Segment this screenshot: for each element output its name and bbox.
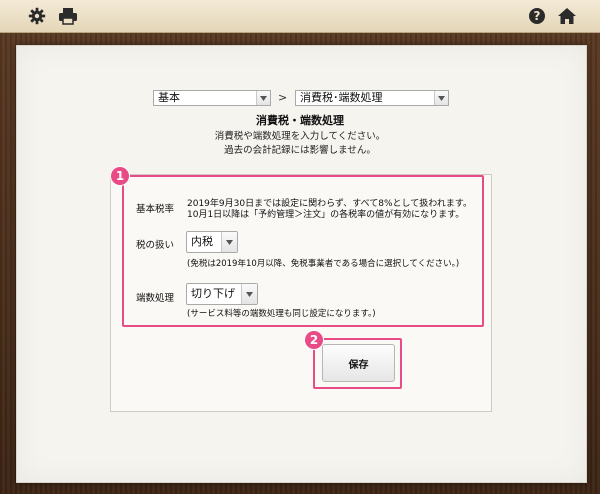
tax-handling-label: 税の扱い bbox=[136, 240, 175, 251]
page-description-line2: 過去の会計記録には影響しません。 bbox=[224, 145, 376, 156]
annotation-badge-1: 1 bbox=[111, 167, 129, 185]
rounding-note: (サービス料等の端数処理も同じ設定になります。) bbox=[187, 309, 376, 319]
tax-handling-select[interactable]: 内税 bbox=[186, 231, 238, 253]
rounding-value: 切り下げ bbox=[191, 287, 235, 300]
annotation-badge-2: 2 bbox=[305, 331, 323, 349]
breadcrumb-category-label: 基本 bbox=[158, 91, 180, 104]
breadcrumb-category-select[interactable]: 基本 bbox=[153, 90, 271, 106]
rounding-select[interactable]: 切り下げ bbox=[186, 283, 258, 305]
top-toolbar: ? bbox=[0, 0, 600, 33]
printer-icon[interactable] bbox=[56, 4, 80, 28]
breadcrumb-page-select[interactable]: 消費税･端数処理 bbox=[295, 90, 449, 106]
rounding-label: 端数処理 bbox=[136, 293, 175, 304]
gear-icon[interactable] bbox=[25, 4, 49, 28]
page-title: 消費税・端数処理 bbox=[256, 114, 344, 127]
chevron-down-icon bbox=[241, 284, 257, 304]
base-rate-text-line2: 10月1日以降は「予約管理＞注文」の各税率の値が有効になります。 bbox=[187, 210, 465, 220]
chevron-down-icon bbox=[221, 232, 237, 252]
save-button[interactable]: 保存 bbox=[322, 344, 395, 382]
svg-text:?: ? bbox=[534, 9, 541, 23]
chevron-down-icon bbox=[434, 91, 448, 105]
home-icon[interactable] bbox=[555, 4, 579, 28]
help-icon[interactable]: ? bbox=[525, 4, 549, 28]
breadcrumb-page-label: 消費税･端数処理 bbox=[300, 91, 383, 104]
tax-handling-note: (免税は2019年10月以降、免税事業者である場合に選択してください。) bbox=[187, 259, 460, 269]
breadcrumb-separator: > bbox=[278, 91, 288, 104]
base-rate-label: 基本税率 bbox=[136, 204, 175, 215]
tax-handling-value: 内税 bbox=[191, 235, 213, 248]
page-description-line1: 消費税や端数処理を入力してください。 bbox=[214, 131, 386, 142]
chevron-down-icon bbox=[256, 91, 270, 105]
